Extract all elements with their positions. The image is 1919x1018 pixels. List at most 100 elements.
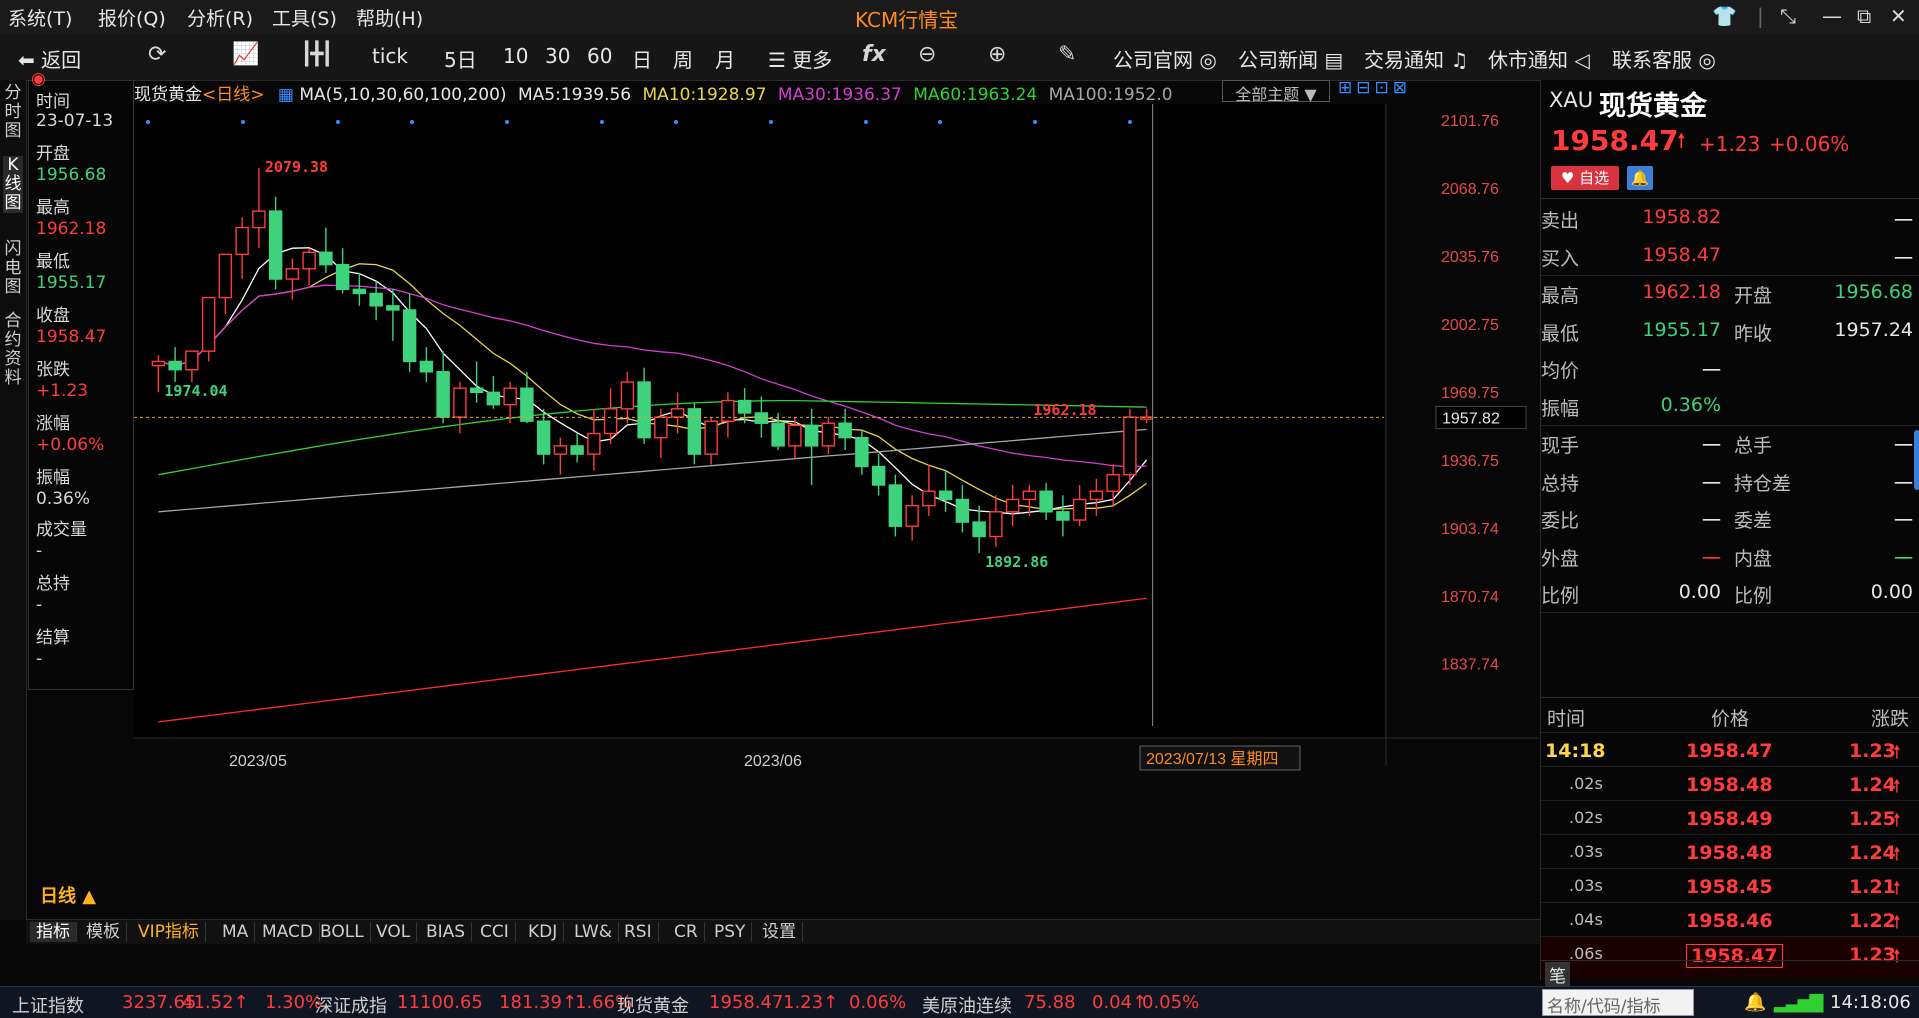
minimize-icon[interactable]: —: [1822, 4, 1842, 28]
back-button[interactable]: ⬅ 返回: [18, 44, 81, 73]
quote-row: 买入 1958.47 一: [1541, 238, 1919, 275]
indicator-tab-9[interactable]: CCI: [474, 922, 516, 942]
restore-icon[interactable]: ⧉: [1857, 4, 1871, 28]
layout-buttons[interactable]: ⊞⊟⊡⊠: [1338, 78, 1411, 98]
indicator-tab-12[interactable]: RSI: [618, 922, 659, 942]
tab-kline[interactable]: K线图: [3, 156, 23, 213]
period-day[interactable]: 日: [632, 44, 652, 73]
indicator-tab-13[interactable]: CR: [668, 922, 705, 942]
tick-change: 1.23: [1849, 740, 1896, 762]
notification-bell-icon[interactable]: 🔔: [1744, 992, 1766, 1013]
favorite-label: 自选: [1579, 169, 1610, 187]
skin-icon[interactable]: 👕: [1712, 4, 1737, 28]
candle-body: [1039, 490, 1053, 513]
menu-analysis[interactable]: 分析(R): [187, 4, 253, 31]
alert-bell-button[interactable]: 🔔: [1627, 166, 1653, 190]
tab-contract[interactable]: 合约资料: [3, 312, 23, 388]
shrink-icon[interactable]: ⤡: [1780, 4, 1796, 28]
candle-body: [436, 371, 450, 418]
period-indicator[interactable]: 日线 ▲: [40, 882, 96, 908]
quote-value: 一: [1701, 435, 1721, 457]
refresh-icon[interactable]: ⟳: [148, 42, 166, 67]
ma60-value: MA60:1963.24: [913, 85, 1038, 105]
link-trade-notice[interactable]: 交易通知 ♫: [1364, 44, 1468, 73]
tick-change: 1.25: [1849, 808, 1896, 830]
ticker-name[interactable]: 上证指数: [12, 992, 84, 1018]
candle-body: [1022, 490, 1037, 501]
quote-label: 总持: [1541, 472, 1580, 495]
kline-chart[interactable]: 2101.76 2068.76 2035.76 2002.75 1969.75 1936.…: [134, 104, 1539, 919]
indicator-tab-11[interactable]: LW&: [568, 922, 619, 942]
last-price: 1958.47: [1551, 124, 1679, 157]
status-bar: 上证指数 3237.65 41.52↑ 1.30% 深证成指 11100.65 181.39…: [0, 986, 1919, 1018]
theme-dropdown[interactable]: 全部主题 ▼: [1222, 80, 1330, 104]
pen-tab[interactable]: 笔: [1545, 962, 1570, 987]
quote-row: 比例 0.00 比例 0.00: [1541, 575, 1919, 612]
quote-value: 0.36%: [1660, 393, 1721, 416]
favorite-button[interactable]: ♥ 自选: [1551, 166, 1619, 190]
indicator-tab-1[interactable]: 指标: [30, 922, 77, 942]
ticks-change-header: 涨跌: [1871, 708, 1910, 730]
quote-row: 总持一持仓差一: [1541, 463, 1919, 500]
menu-help[interactable]: 帮助(H): [356, 4, 423, 31]
indicator-tab-7[interactable]: VOL: [370, 922, 418, 942]
indicator-tab-6[interactable]: BOLL: [314, 922, 371, 942]
period-30[interactable]: 30: [545, 44, 570, 68]
scrollbar[interactable]: [1914, 430, 1919, 490]
candle-chart-icon[interactable]: ┃╋┃: [300, 42, 334, 67]
indicator-tab-4[interactable]: MA: [216, 922, 256, 942]
tab-timeshare[interactable]: 分时图: [3, 84, 23, 141]
indicator-tab-10[interactable]: KDJ: [522, 922, 565, 942]
indicator-tab-15[interactable]: 设置: [756, 922, 803, 942]
link-holiday-notice[interactable]: 休市通知 ◁: [1488, 44, 1590, 73]
ticker-name[interactable]: 美原油连续: [922, 992, 1012, 1018]
ma-definition[interactable]: MA(5,10,30,60,100,200): [299, 85, 506, 105]
line-chart-icon[interactable]: 📈: [232, 42, 259, 67]
more-button[interactable]: ☰ 更多: [768, 44, 832, 73]
tab-flash[interactable]: 闪电图: [3, 240, 23, 297]
ma-settings-icon[interactable]: ▦: [278, 85, 294, 105]
candle-body: [955, 498, 970, 523]
indicator-tab-3[interactable]: VIP指标: [132, 922, 206, 942]
menu-quote[interactable]: 报价(Q): [98, 4, 166, 31]
tab-contract-label: 合约资料: [4, 311, 22, 388]
candle-body: [319, 251, 333, 266]
candle-body: [855, 436, 869, 468]
period-week[interactable]: 周: [673, 44, 693, 73]
period-10[interactable]: 10: [503, 44, 528, 68]
search-input[interactable]: 名称/代码/指标: [1542, 989, 1694, 1017]
period-5d[interactable]: 5日: [444, 44, 477, 73]
period-tick[interactable]: tick: [372, 44, 408, 68]
draw-pen-icon[interactable]: ✎: [1058, 42, 1076, 67]
link-company-news[interactable]: 公司新闻 ▤: [1238, 44, 1343, 73]
indicator-tab-5[interactable]: MACD: [256, 922, 320, 942]
ticker-name[interactable]: 现货黄金: [617, 992, 689, 1018]
candle-body: [201, 296, 216, 352]
quote-value-2: 一: [1893, 435, 1913, 457]
indicator-tab-14[interactable]: PSY: [708, 922, 753, 942]
menu-tools[interactable]: 工具(S): [272, 4, 337, 31]
y-tick-label: 1903.74: [1441, 521, 1499, 538]
time-label: 时间: [36, 92, 70, 112]
indicator-tab-8[interactable]: BIAS: [420, 922, 473, 942]
formula-icon[interactable]: fx: [862, 42, 886, 67]
zoom-in-icon[interactable]: ⊕: [988, 42, 1006, 67]
divider: [1541, 697, 1919, 698]
period-month[interactable]: 月: [715, 44, 735, 73]
period-60[interactable]: 60: [587, 44, 612, 68]
close-icon[interactable]: ✕: [1890, 4, 1907, 28]
candle-body: [687, 408, 702, 455]
volume-label: 成交量: [36, 520, 87, 540]
ticker-name[interactable]: 深证成指: [315, 992, 387, 1018]
link-customer-service[interactable]: 联系客服 ◎: [1612, 44, 1716, 73]
quote-label-2: 比例: [1734, 585, 1773, 607]
indicator-tab-2[interactable]: 模板: [80, 922, 127, 942]
candle-body: [168, 360, 182, 371]
tick-price: 1958.48: [1686, 842, 1773, 864]
zoom-out-icon[interactable]: ⊖: [918, 42, 936, 67]
candle-body: [218, 253, 233, 299]
quote-value-2: 一: [1893, 247, 1913, 270]
menu-system[interactable]: 系统(T): [8, 4, 72, 31]
candle-body: [1005, 498, 1020, 513]
link-official-site[interactable]: 公司官网 ◎: [1113, 44, 1217, 73]
